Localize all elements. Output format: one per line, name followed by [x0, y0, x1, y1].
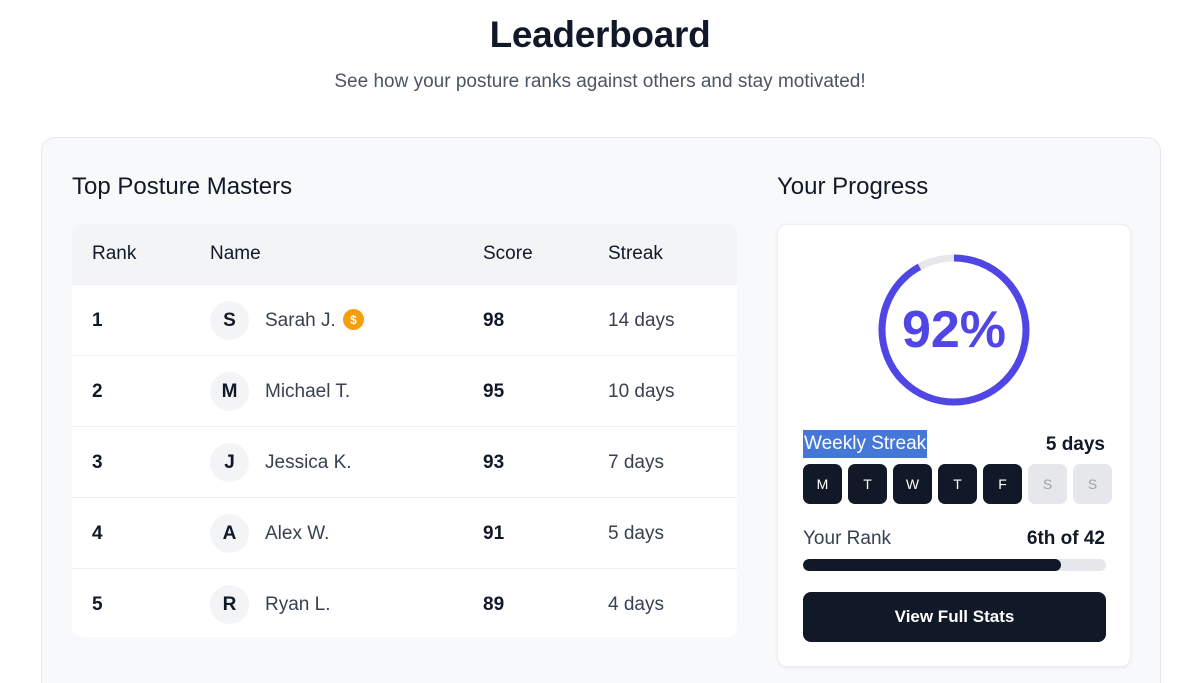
rank-progress-bar — [803, 559, 1106, 571]
streak-cell: 14 days — [608, 310, 675, 331]
day-indicator: W — [893, 464, 932, 504]
name-cell: Ryan L. — [265, 594, 331, 615]
your-rank-label: Your Rank — [803, 528, 892, 549]
gold-coin-icon: $ — [343, 309, 364, 330]
table-row: 1 S Sarah J. $ 98 14 days — [72, 284, 737, 355]
rank-cell: 5 — [92, 594, 103, 615]
progress-card: 92% Weekly Streak 5 days M T W T F S S Y… — [777, 224, 1131, 667]
rank-cell: 2 — [92, 381, 103, 402]
avatar: R — [210, 585, 249, 624]
score-cell: 91 — [483, 523, 505, 544]
day-indicator: T — [848, 464, 887, 504]
column-header-score: Score — [483, 243, 533, 264]
leaderboard-card: Top Posture Masters Rank Name Score Stre… — [41, 137, 1161, 683]
day-indicator: T — [938, 464, 977, 504]
name-cell: Jessica K. — [265, 452, 352, 473]
table-row: 4 A Alex W. 91 5 days — [72, 497, 737, 568]
weekly-streak-label: Weekly Streak — [803, 430, 928, 458]
rank-cell: 3 — [92, 452, 103, 473]
streak-cell: 5 days — [608, 523, 664, 544]
progress-title: Your Progress — [777, 173, 929, 200]
streak-cell: 4 days — [608, 594, 664, 615]
page-subtitle: See how your posture ranks against other… — [334, 71, 866, 92]
page-title: Leaderboard — [489, 14, 711, 55]
column-header-streak: Streak — [608, 243, 663, 264]
name-cell: Alex W. — [265, 523, 330, 544]
streak-cell: 7 days — [608, 452, 664, 473]
weekly-streak-days: M T W T F S S — [803, 464, 1112, 504]
table-row: 5 R Ryan L. 89 4 days — [72, 568, 737, 637]
table-row: 2 M Michael T. 95 10 days — [72, 355, 737, 426]
rank-cell: 1 — [92, 310, 103, 331]
avatar: J — [210, 443, 249, 482]
day-indicator: S — [1073, 464, 1112, 504]
name-cell: Michael T. — [265, 381, 351, 402]
day-indicator: F — [983, 464, 1022, 504]
rank-cell: 4 — [92, 523, 103, 544]
score-cell: 89 — [483, 594, 505, 615]
leaderboard-table: Rank Name Score Streak 1 S Sarah J. $ 98… — [72, 224, 737, 637]
column-header-rank: Rank — [92, 243, 137, 264]
table-header: Rank Name Score Streak — [72, 224, 737, 284]
day-indicator: M — [803, 464, 842, 504]
avatar: M — [210, 372, 249, 411]
streak-cell: 10 days — [608, 381, 675, 402]
score-cell: 93 — [483, 452, 505, 473]
leaderboard-title: Top Posture Masters — [72, 173, 293, 200]
your-rank-value: 6th of 42 — [1026, 528, 1105, 549]
progress-percentage: 92% — [901, 301, 1007, 359]
view-full-stats-button[interactable]: View Full Stats — [803, 592, 1106, 642]
column-header-name: Name — [210, 243, 261, 264]
rank-progress-fill — [803, 559, 1061, 571]
score-cell: 95 — [483, 381, 505, 402]
table-row: 3 J Jessica K. 93 7 days — [72, 426, 737, 497]
score-cell: 98 — [483, 310, 505, 331]
avatar: S — [210, 301, 249, 340]
name-cell: Sarah J. — [265, 310, 336, 331]
weekly-streak-value: 5 days — [1045, 434, 1105, 455]
day-indicator: S — [1028, 464, 1067, 504]
avatar: A — [210, 514, 249, 553]
